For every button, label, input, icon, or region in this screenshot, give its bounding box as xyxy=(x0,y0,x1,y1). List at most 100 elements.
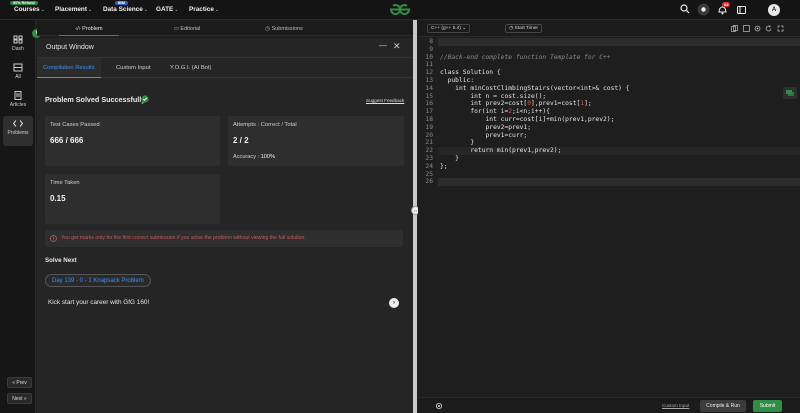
accuracy: Accuracy : 100% xyxy=(233,154,275,160)
line-number: 16 xyxy=(425,100,433,108)
output-tabs: Compilation Results Custom Input Y.O.G.I… xyxy=(37,58,413,78)
minimize-icon[interactable]: — xyxy=(379,41,387,50)
sidebar-item-dash[interactable]: Dash xyxy=(3,32,33,58)
line-number: 8 xyxy=(429,38,433,45)
nav-courses[interactable]: Courses⌄ xyxy=(14,6,45,13)
settings-icon[interactable] xyxy=(435,402,443,410)
tab-custom-input[interactable]: Custom Input xyxy=(110,58,156,78)
sidebar-item-label: Problems xyxy=(7,130,29,136)
suggest-feedback-link[interactable]: Suggest Feedback xyxy=(366,98,404,103)
line-number: 17 xyxy=(425,108,433,116)
ticket-icon[interactable] xyxy=(737,6,746,14)
code-line: int n = cost.size(); xyxy=(440,92,547,100)
line-number: 21 xyxy=(425,139,433,147)
code-line: public: xyxy=(440,77,475,84)
chat-icon[interactable] xyxy=(783,87,797,99)
tab-editorial[interactable]: ▭ Editorial xyxy=(157,22,217,36)
expand-icon[interactable] xyxy=(777,25,784,32)
kickstart-text: Kick start your career with GfG 160! xyxy=(48,299,150,306)
top-navbar: 90% Refund IBM Courses⌄ Placement⌄ Data … xyxy=(0,0,800,20)
prev-button[interactable]: « Prev xyxy=(7,377,32,388)
nav-gate[interactable]: GATE⌄ xyxy=(156,6,178,13)
start-timer-button[interactable]: ◷ Start Timer xyxy=(505,24,542,33)
code-line: class Solution { xyxy=(440,69,501,77)
attempts-card: Attempts : Correct / Total 2 / 2 Accurac… xyxy=(228,116,404,166)
grid-icon xyxy=(13,63,23,72)
line-number: 15 xyxy=(425,92,433,100)
compile-run-button[interactable]: Compile & Run xyxy=(700,400,746,412)
left-sidebar: Dash All Articles Problems « Prev Next » xyxy=(0,20,36,413)
sidebar-item-problems[interactable]: Problems xyxy=(3,116,33,146)
line-number: 10 xyxy=(425,53,433,61)
code-line: } xyxy=(440,155,459,162)
line-number: 22 xyxy=(425,147,433,155)
test-cases-card: Test Cases Passed 666 / 666 xyxy=(45,116,220,166)
folded-line xyxy=(438,38,800,46)
line-number: 11 xyxy=(425,61,433,69)
output-window: Output Window — ✕ Compilation Results Cu… xyxy=(37,38,413,413)
article-icon xyxy=(14,91,22,100)
test-cases-label: Test Cases Passed xyxy=(50,122,100,128)
nav-data-science[interactable]: Data Science⌄ xyxy=(103,6,148,13)
language-select[interactable]: C++ (g++ 5.4) ⌄ xyxy=(427,24,471,33)
editor-toolbar: C++ (g++ 5.4) ⌄ ◷ Start Timer xyxy=(418,20,800,37)
tab-compilation-results[interactable]: Compilation Results xyxy=(37,58,101,78)
line-number: 12 xyxy=(425,69,433,77)
chevron-down-icon: ⌄ xyxy=(87,7,93,13)
nav-practice[interactable]: Practice⌄ xyxy=(189,6,219,13)
gfg-logo-icon[interactable] xyxy=(389,3,411,16)
next-button[interactable]: Next » xyxy=(7,393,32,404)
avatar[interactable]: A xyxy=(768,4,780,16)
line-number: 26 xyxy=(425,178,433,186)
time-taken-label: Time Taken xyxy=(50,180,80,186)
chevron-right-icon[interactable]: › xyxy=(389,298,399,308)
chevron-down-icon: ⌄ xyxy=(462,26,467,31)
custom-input-link[interactable]: Custom Input xyxy=(662,403,689,408)
sidebar-item-label: All xyxy=(15,74,21,80)
tab-submissions[interactable]: ◷ Submissions xyxy=(249,22,319,36)
submit-button[interactable]: Submit xyxy=(753,400,782,412)
notification-count-badge: 64 xyxy=(722,2,731,7)
search-icon[interactable] xyxy=(680,4,690,14)
gear-icon[interactable] xyxy=(754,25,761,32)
chevron-down-icon: ⌄ xyxy=(40,7,45,13)
line-number: 20 xyxy=(425,131,433,139)
code-line: int prev2=cost[0],prev1=cost[1]; xyxy=(440,100,592,108)
refresh-icon[interactable] xyxy=(765,25,772,32)
result-title: Problem Solved Successfully xyxy=(45,95,146,104)
code-icon xyxy=(13,120,23,127)
close-icon[interactable]: ✕ xyxy=(393,41,401,52)
sidebar-item-label: Articles xyxy=(9,102,27,108)
theme-toggle-icon[interactable] xyxy=(697,3,710,16)
warning-banner: You get marks only for the first correct… xyxy=(45,230,403,247)
sidebar-item-all[interactable]: All xyxy=(3,60,33,86)
refund-badge: 90% Refund xyxy=(10,1,38,5)
solve-next-heading: Solve Next xyxy=(45,257,77,264)
code-line: } xyxy=(440,139,475,147)
line-number: 25 xyxy=(425,170,433,178)
line-number: 24 xyxy=(425,162,433,170)
code-line: for(int i=2;i<n;i++){ xyxy=(440,108,550,116)
code-editor[interactable]: //Back-end complete function Template fo… xyxy=(438,37,800,397)
copy-icon[interactable] xyxy=(731,25,738,32)
code-line: }; xyxy=(440,162,448,170)
output-window-title: Output Window xyxy=(46,44,94,51)
maximize-icon[interactable] xyxy=(743,25,750,32)
line-number: 19 xyxy=(425,123,433,131)
code-line: prev2=prev1; xyxy=(440,123,531,131)
ibm-badge: IBM xyxy=(115,1,128,5)
sidebar-item-articles[interactable]: Articles xyxy=(3,88,33,114)
warning-text: You get marks only for the first correct… xyxy=(61,235,306,241)
line-number: 14 xyxy=(425,84,433,92)
tab-problem[interactable]: ‹/› Problem xyxy=(59,22,119,36)
tab-yogi-bot[interactable]: Y.O.G.I. (AI Bot) xyxy=(164,58,217,78)
line-number-gutter: 8 9 10 11 12 13 14 15 16 17 18 19 20 21 … xyxy=(418,37,438,397)
folded-line xyxy=(438,178,800,187)
panel-splitter[interactable] xyxy=(413,20,417,413)
code-line: //Back-end complete function Template fo… xyxy=(440,53,611,61)
accuracy-value: 100% xyxy=(260,154,275,160)
nav-placement[interactable]: Placement⌄ xyxy=(55,6,92,13)
code-line: int curr=cost[i]+min(prev1,prev2); xyxy=(440,116,615,123)
attempts-label: Attempts : Correct / Total xyxy=(233,122,297,128)
next-problem-chip[interactable]: Day 139 - 0 - 1 Knapsack Problem xyxy=(45,274,151,287)
